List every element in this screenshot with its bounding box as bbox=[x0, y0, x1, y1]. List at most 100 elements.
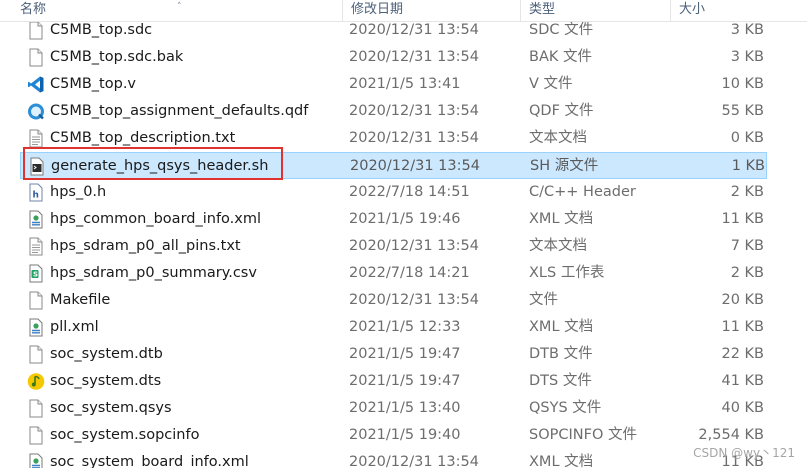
file-modified-date: 2020/12/31 13:54 bbox=[349, 130, 479, 146]
quartus-icon bbox=[27, 102, 45, 121]
column-header-name[interactable]: 名称 ˄ bbox=[12, 0, 342, 22]
file-size: 3 KB bbox=[730, 49, 764, 65]
generic-file-icon bbox=[27, 345, 45, 364]
file-row[interactable]: C5MB_top.v 2021/1/5 13:41 V 文件 10 KB bbox=[20, 71, 767, 98]
file-row[interactable]: hps_sdram_p0_all_pins.txt 2020/12/31 13:5… bbox=[20, 233, 767, 260]
file-modified-date: 2021/1/5 12:33 bbox=[349, 319, 461, 335]
file-modified-date: 2021/1/5 19:46 bbox=[349, 211, 461, 227]
file-row[interactable]: C5MB_top_assignment_defaults.qdf 2020/12/… bbox=[20, 98, 767, 125]
column-header-modified[interactable]: 修改日期 bbox=[342, 0, 520, 22]
file-type: BAK 文件 bbox=[529, 49, 592, 65]
file-name: hps_common_board_info.xml bbox=[50, 211, 262, 227]
file-modified-date: 2021/1/5 13:41 bbox=[349, 76, 461, 92]
file-modified-date: 2022/7/18 14:51 bbox=[349, 184, 470, 200]
file-name: C5MB_top.sdc.bak bbox=[50, 49, 184, 65]
file-row-selected[interactable]: generate_hps_qsys_header.sh 2020/12/31 13… bbox=[20, 152, 767, 179]
file-size: 2 KB bbox=[730, 265, 764, 281]
file-type: DTB 文件 bbox=[529, 346, 593, 362]
c-header-icon: h bbox=[27, 183, 45, 202]
file-modified-date: 2022/7/18 14:21 bbox=[349, 265, 470, 281]
file-name: hps_sdram_p0_all_pins.txt bbox=[50, 238, 241, 254]
generic-file-icon bbox=[27, 426, 45, 445]
text-file-icon bbox=[27, 129, 45, 148]
file-modified-date: 2020/12/31 13:54 bbox=[349, 103, 479, 119]
text-file-icon bbox=[27, 237, 45, 256]
file-size: 41 KB bbox=[721, 373, 764, 389]
file-size: 11 KB bbox=[721, 319, 764, 335]
file-row[interactable]: soc_system.dtb 2021/1/5 19:47 DTB 文件 22 KB bbox=[20, 341, 767, 368]
file-modified-date: 2021/1/5 13:40 bbox=[349, 400, 461, 416]
file-size: 7 KB bbox=[730, 238, 764, 254]
file-list: C5MB_top.sdc 2020/12/31 13:54 SDC 文件 3 KB C5… bbox=[0, 0, 807, 468]
file-type: QDF 文件 bbox=[529, 103, 594, 119]
svg-text:S: S bbox=[33, 271, 38, 279]
file-row[interactable]: C5MB_top.sdc.bak 2020/12/31 13:54 BAK 文件 3 … bbox=[20, 44, 767, 71]
file-name: hps_0.h bbox=[50, 184, 107, 200]
file-modified-date: 2020/12/31 13:54 bbox=[350, 158, 480, 174]
file-size: 1 KB bbox=[731, 158, 765, 174]
file-modified-date: 2021/1/5 19:47 bbox=[349, 373, 461, 389]
file-size: 11 KB bbox=[721, 211, 764, 227]
file-row[interactable]: hps_common_board_info.xml 2021/1/5 19:46 X… bbox=[20, 206, 767, 233]
file-type: 文本文档 bbox=[529, 130, 587, 146]
file-name: Makefile bbox=[50, 292, 111, 308]
file-modified-date: 2021/1/5 19:47 bbox=[349, 346, 461, 362]
file-name: soc_system.dts bbox=[50, 373, 162, 389]
file-name: C5MB_top_assignment_defaults.qdf bbox=[50, 103, 309, 119]
xml-file-icon bbox=[27, 453, 45, 468]
column-header-size[interactable]: 大小 bbox=[670, 0, 807, 22]
music-note-icon bbox=[27, 372, 45, 391]
column-header-type[interactable]: 类型 bbox=[520, 0, 670, 22]
file-type: V 文件 bbox=[529, 76, 573, 92]
file-type: QSYS 文件 bbox=[529, 400, 602, 416]
file-row[interactable]: pll.xml 2021/1/5 12:33 XML 文档 11 KB bbox=[20, 314, 767, 341]
watermark: CSDN @wy丶121 bbox=[693, 446, 795, 460]
file-size: 20 KB bbox=[721, 292, 764, 308]
xml-file-icon bbox=[27, 210, 45, 229]
file-size: 40 KB bbox=[721, 400, 764, 416]
column-header-modified-label: 修改日期 bbox=[351, 2, 404, 17]
file-row[interactable]: soc_system.sopcinfo 2021/1/5 19:40 SOPCINF… bbox=[20, 422, 767, 449]
file-type: SOPCINFO 文件 bbox=[529, 427, 637, 443]
file-row[interactable]: h hps_0.h 2022/7/18 14:51 C/C++ Header 2 KB bbox=[20, 179, 767, 206]
file-size: 2 KB bbox=[730, 184, 764, 200]
file-name: soc_system_board_info.xml bbox=[50, 454, 249, 468]
file-name: generate_hps_qsys_header.sh bbox=[51, 158, 269, 174]
column-header-type-label: 类型 bbox=[529, 2, 556, 17]
spreadsheet-icon: S bbox=[27, 264, 45, 283]
file-row[interactable]: soc_system.dts 2021/1/5 19:47 DTS 文件 41 KB bbox=[20, 368, 767, 395]
file-name: C5MB_top.v bbox=[50, 76, 137, 92]
file-type: XML 文档 bbox=[529, 454, 594, 468]
file-row[interactable]: Shps_sdram_p0_summary.csv 2022/7/18 14:21… bbox=[20, 260, 767, 287]
file-type: DTS 文件 bbox=[529, 373, 592, 389]
file-type: C/C++ Header bbox=[529, 184, 636, 200]
file-row[interactable]: C5MB_top_description.txt 2020/12/31 13:54… bbox=[20, 125, 767, 152]
shell-script-icon bbox=[28, 157, 46, 176]
file-row[interactable]: soc_system.qsys 2021/1/5 13:40 QSYS 文件 40 K… bbox=[20, 395, 767, 422]
xml-file-icon bbox=[27, 318, 45, 337]
file-modified-date: 2020/12/31 13:54 bbox=[349, 238, 479, 254]
file-name: hps_sdram_p0_summary.csv bbox=[50, 265, 257, 281]
file-size: 55 KB bbox=[721, 103, 764, 119]
vscode-icon bbox=[27, 75, 45, 94]
column-header-bar: 名称 ˄ 修改日期 类型 大小 bbox=[0, 0, 807, 22]
column-header-name-label: 名称 bbox=[20, 2, 47, 17]
file-type: XML 文档 bbox=[529, 211, 594, 227]
file-size: 0 KB bbox=[730, 130, 764, 146]
generic-file-icon bbox=[27, 399, 45, 418]
file-name: soc_system.sopcinfo bbox=[50, 427, 200, 443]
file-type: 文本文档 bbox=[529, 238, 587, 254]
generic-file-icon bbox=[27, 291, 45, 310]
file-type: XLS 工作表 bbox=[529, 265, 605, 281]
file-type: 文件 bbox=[529, 292, 558, 308]
file-name: soc_system.dtb bbox=[50, 346, 163, 362]
file-type: XML 文档 bbox=[529, 319, 594, 335]
file-name: soc_system.qsys bbox=[50, 400, 172, 416]
file-row[interactable]: Makefile 2020/12/31 13:54 文件 20 KB bbox=[20, 287, 767, 314]
file-row[interactable]: soc_system_board_info.xml 2020/12/31 13:5… bbox=[20, 449, 767, 468]
generic-file-icon bbox=[27, 21, 45, 40]
file-type: SH 源文件 bbox=[530, 158, 599, 174]
file-modified-date: 2020/12/31 13:54 bbox=[349, 454, 479, 468]
file-name: pll.xml bbox=[50, 319, 99, 335]
svg-text:h: h bbox=[33, 191, 39, 201]
